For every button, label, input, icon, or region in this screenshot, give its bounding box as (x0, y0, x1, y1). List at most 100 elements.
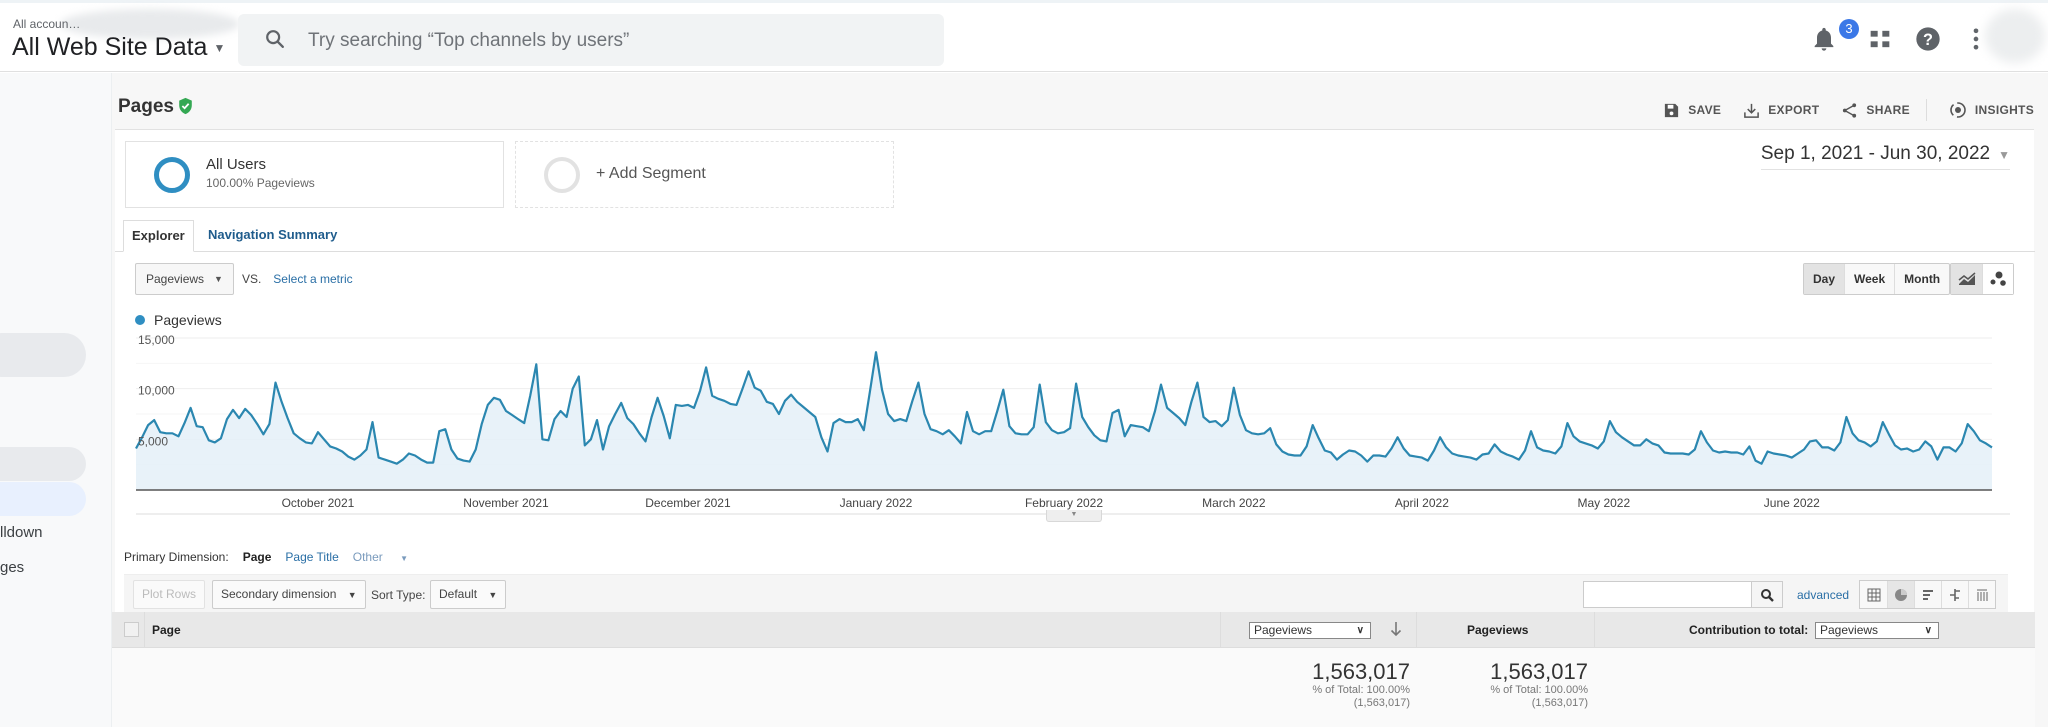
legend-dot-pageviews (135, 315, 145, 325)
total-value: 1,563,017 (1312, 659, 1410, 684)
term-cloud-view-button[interactable] (1968, 581, 1995, 608)
sidebar-item-active[interactable] (0, 482, 86, 516)
select-all-checkbox[interactable] (124, 622, 139, 637)
table-filter-search-button[interactable] (1751, 581, 1783, 608)
tab-navigation-summary[interactable]: Navigation Summary (200, 220, 345, 252)
export-label: EXPORT (1768, 103, 1820, 117)
segment-circle-icon (154, 157, 190, 193)
tab-explorer[interactable]: Explorer (123, 220, 194, 252)
line-chart-icon (1958, 272, 1975, 285)
advanced-filter-link[interactable]: advanced (1797, 588, 1849, 602)
caret-down-icon: ▼ (214, 274, 223, 284)
series-area-pageviews (136, 352, 1992, 490)
account-breadcrumb[interactable]: All accoun… (13, 17, 80, 31)
page-header: Pages SAVE EXPORT SHARE INSIGHTS (112, 73, 2048, 129)
x-tick-label: June 2022 (1764, 496, 1820, 510)
help-icon[interactable]: ? (1914, 25, 1942, 53)
secondary-dimension-dropdown[interactable]: Secondary dimension ▼ (212, 580, 366, 609)
actions-divider (1925, 99, 1927, 121)
export-icon (1744, 103, 1760, 118)
table-totals-row: 1,563,017 % of Total: 100.00% (1,563,017… (112, 648, 2035, 727)
vs-label: VS. (241, 272, 262, 286)
total-pageviews-cell: 1,563,017 % of Total: 100.00% (1,563,017… (1232, 660, 1410, 710)
empty-segment-circle-icon (544, 157, 580, 193)
line-chart-button[interactable] (1951, 264, 1982, 294)
plot-rows-button[interactable]: Plot Rows (133, 580, 206, 609)
primary-metric-value: Pageviews (146, 272, 205, 286)
percentage-view-button[interactable] (1887, 581, 1914, 608)
chart-legend: Pageviews (135, 312, 222, 328)
y-tick-label: 10,000 (138, 384, 175, 398)
chart-type-toggle (1950, 263, 2014, 295)
report-tabs: Explorer Navigation Summary (115, 220, 2035, 252)
primary-dimension-row: Primary Dimension: Page Page Title Other… (124, 550, 436, 564)
caret-down-icon: ▼ (488, 590, 498, 600)
select-metric-link[interactable]: Select a metric (273, 272, 352, 286)
share-button[interactable]: SHARE (1841, 102, 1910, 119)
chart-collapse-toggle[interactable]: ▼ (1046, 510, 1102, 522)
contribution-select[interactable]: Pageviews ∨ (1815, 622, 1939, 639)
sort-descending-icon[interactable] (1390, 621, 1402, 637)
apps-grid-icon[interactable] (1866, 25, 1894, 53)
performance-view-button[interactable] (1914, 581, 1941, 608)
caret-down-icon: ▼ (1998, 148, 2010, 162)
sidebar-item-pages-label[interactable]: ges (0, 559, 24, 576)
x-tick-label: December 2021 (645, 496, 731, 510)
search-icon (1761, 589, 1774, 602)
date-range-picker[interactable]: Sep 1, 2021 - Jun 30, 2022 ▼ (1760, 143, 2010, 170)
table-header: Page Pageviews ∨ Pageviews Contribution t… (112, 612, 2035, 726)
total-pct: % of Total: 100.00% (1490, 684, 1588, 696)
sidebar-item[interactable] (0, 333, 86, 377)
sidebar-item-drilldown-label[interactable]: lldown (0, 524, 43, 541)
add-segment-label: + Add Segment (596, 165, 706, 182)
total-abs: (1,563,017) (1531, 697, 1588, 709)
verified-shield-icon (179, 97, 192, 115)
day-button[interactable]: Day (1804, 264, 1845, 294)
motion-chart-button[interactable] (1982, 264, 2013, 294)
sidebar-item[interactable] (0, 447, 86, 481)
insights-button[interactable]: INSIGHTS (1949, 101, 2034, 119)
notifications-bell-icon[interactable] (1810, 25, 1838, 53)
chevron-down-icon: ∨ (1356, 625, 1364, 636)
segment-subtitle: 100.00% Pageviews (206, 176, 315, 190)
share-label: SHARE (1866, 103, 1910, 117)
sort-type-dropdown[interactable]: Default ▼ (430, 580, 507, 609)
add-segment-button[interactable]: + Add Segment (515, 141, 894, 208)
table-toolbar: Plot Rows Secondary dimension ▼ Sort Typ… (124, 574, 2008, 612)
total-value: 1,563,017 (1490, 659, 1588, 684)
dimension-page-title[interactable]: Page Title (285, 550, 338, 564)
search-input[interactable]: Try searching “Top channels by users” (238, 14, 944, 66)
save-button[interactable]: SAVE (1663, 102, 1721, 119)
percentage-pie-icon (1895, 588, 1907, 601)
dimension-other[interactable]: Other ▼ (353, 550, 422, 564)
sort-type-label: Sort Type: (371, 588, 426, 602)
insights-icon (1950, 102, 1966, 118)
x-tick-label: January 2022 (840, 496, 913, 510)
avatar[interactable] (1985, 9, 2045, 63)
search-icon (266, 30, 284, 48)
export-button[interactable]: EXPORT (1743, 102, 1819, 119)
view-selector[interactable]: All Web Site Data ▼ (12, 33, 225, 62)
secondary-dimension-label: Secondary dimension (221, 587, 337, 601)
comparison-view-button[interactable] (1941, 581, 1968, 608)
primary-metric-dropdown[interactable]: Pageviews ▼ (135, 263, 234, 295)
segment-title: All Users (206, 156, 267, 173)
total-pct: % of Total: 100.00% (1312, 684, 1410, 696)
month-button[interactable]: Month (1894, 264, 1949, 294)
column-header-pageviews[interactable]: Pageviews (1467, 623, 1528, 637)
share-icon (1843, 102, 1857, 118)
data-table-view-button[interactable] (1860, 581, 1887, 608)
dimension-page[interactable]: Page (243, 550, 272, 564)
dimension-other-label: Other (352, 550, 383, 564)
segment-all-users[interactable]: All Users 100.00% Pageviews (125, 141, 504, 208)
caret-down-icon: ▼ (213, 41, 226, 56)
x-tick-label: October 2021 (282, 496, 355, 510)
metric-column-select[interactable]: Pageviews ∨ (1249, 622, 1371, 639)
pageviews-chart[interactable]: 5,000 10,000 15,000 October 2021 November 20… (112, 330, 2012, 530)
save-label: SAVE (1688, 103, 1722, 117)
save-icon (1665, 103, 1679, 117)
column-header-page[interactable]: Page (152, 623, 181, 637)
motion-chart-icon (1990, 271, 2006, 286)
week-button[interactable]: Week (1844, 264, 1894, 294)
primary-dimension-label: Primary Dimension: (124, 550, 229, 564)
